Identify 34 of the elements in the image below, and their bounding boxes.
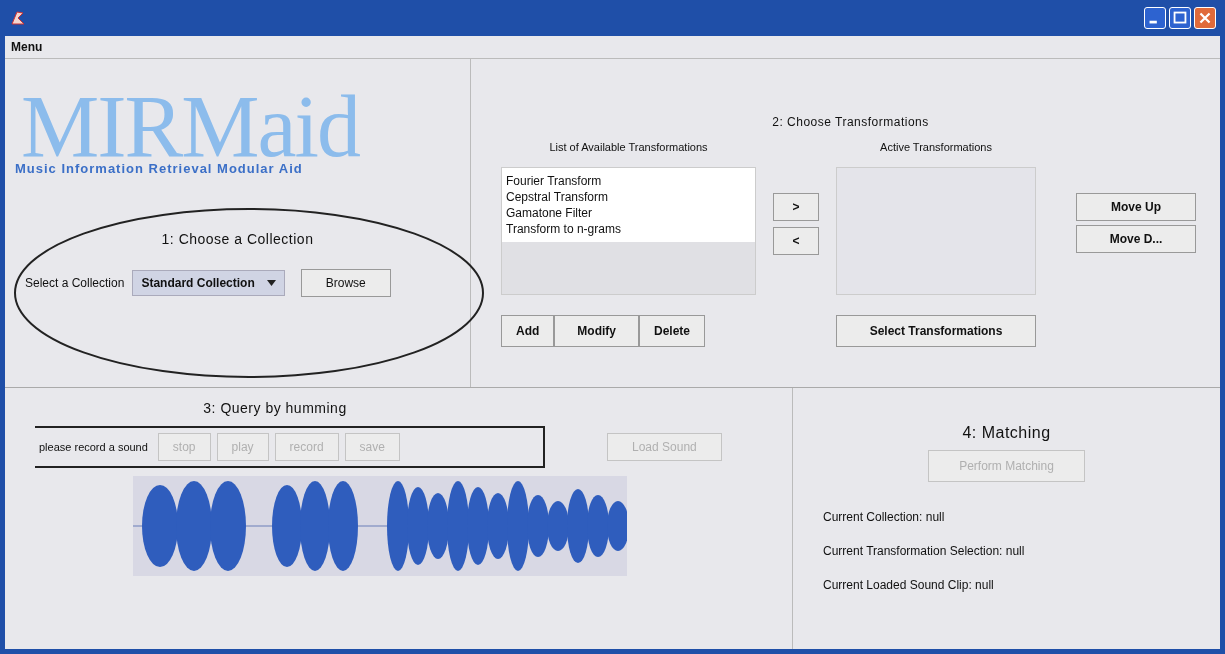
status-text: Current Collection: null <box>823 510 946 524</box>
list-button[interactable]: Add <box>501 315 555 347</box>
select-transformations-button[interactable]: Select Transformations <box>836 315 1036 347</box>
list-label: Active Transformations <box>879 141 993 155</box>
logo-title: MIRMaid <box>21 93 359 161</box>
browse-button[interactable]: Browse <box>300 269 391 297</box>
record-label: please record a sound <box>39 441 148 453</box>
list-button[interactable]: Modify <box>554 315 639 347</box>
arrow-button[interactable]: > <box>773 193 819 221</box>
status-text: Current Transformation Selection: null <box>823 544 1026 558</box>
list-label: List of Available Transformations <box>548 141 709 155</box>
close-icon[interactable] <box>1194 7 1216 29</box>
section-heading: 3: Query by humming <box>202 400 348 416</box>
dropdown-caret-icon <box>266 280 276 286</box>
logo-subtitle: Music Information Retrieval Modular Aid <box>15 161 303 176</box>
list-item[interactable]: Transform to n-grams <box>506 222 751 236</box>
app-icon <box>9 9 27 27</box>
minimize-icon[interactable] <box>1144 7 1166 29</box>
section-heading: 1: Choose a Collection <box>160 231 315 247</box>
list-item[interactable]: Fourier Transform <box>506 174 751 188</box>
list-item[interactable]: Cepstral Transform <box>506 190 751 204</box>
maximize-icon[interactable] <box>1169 7 1191 29</box>
move-button[interactable]: Move Up <box>1076 193 1196 221</box>
section-heading: 4: Matching <box>961 424 1052 442</box>
section-heading: 2: Choose Transformations <box>771 115 930 129</box>
list-button[interactable]: Delete <box>639 315 706 347</box>
move-button[interactable]: Move D... <box>1076 225 1196 253</box>
list-item[interactable]: Gamatone Filter <box>506 206 751 220</box>
field-label: Select a Collection <box>25 276 125 290</box>
transformations-list[interactable]: Fourier Transform Cepstral Transform Gamatone Filter Transform to n-grams <box>501 167 756 295</box>
arrow-button[interactable]: < <box>773 227 819 255</box>
status-text: Current Loaded Sound Clip: null <box>823 578 995 592</box>
menu-item[interactable]: Menu <box>11 40 43 54</box>
collection-dropdown[interactable]: Standard Collection <box>132 270 285 296</box>
